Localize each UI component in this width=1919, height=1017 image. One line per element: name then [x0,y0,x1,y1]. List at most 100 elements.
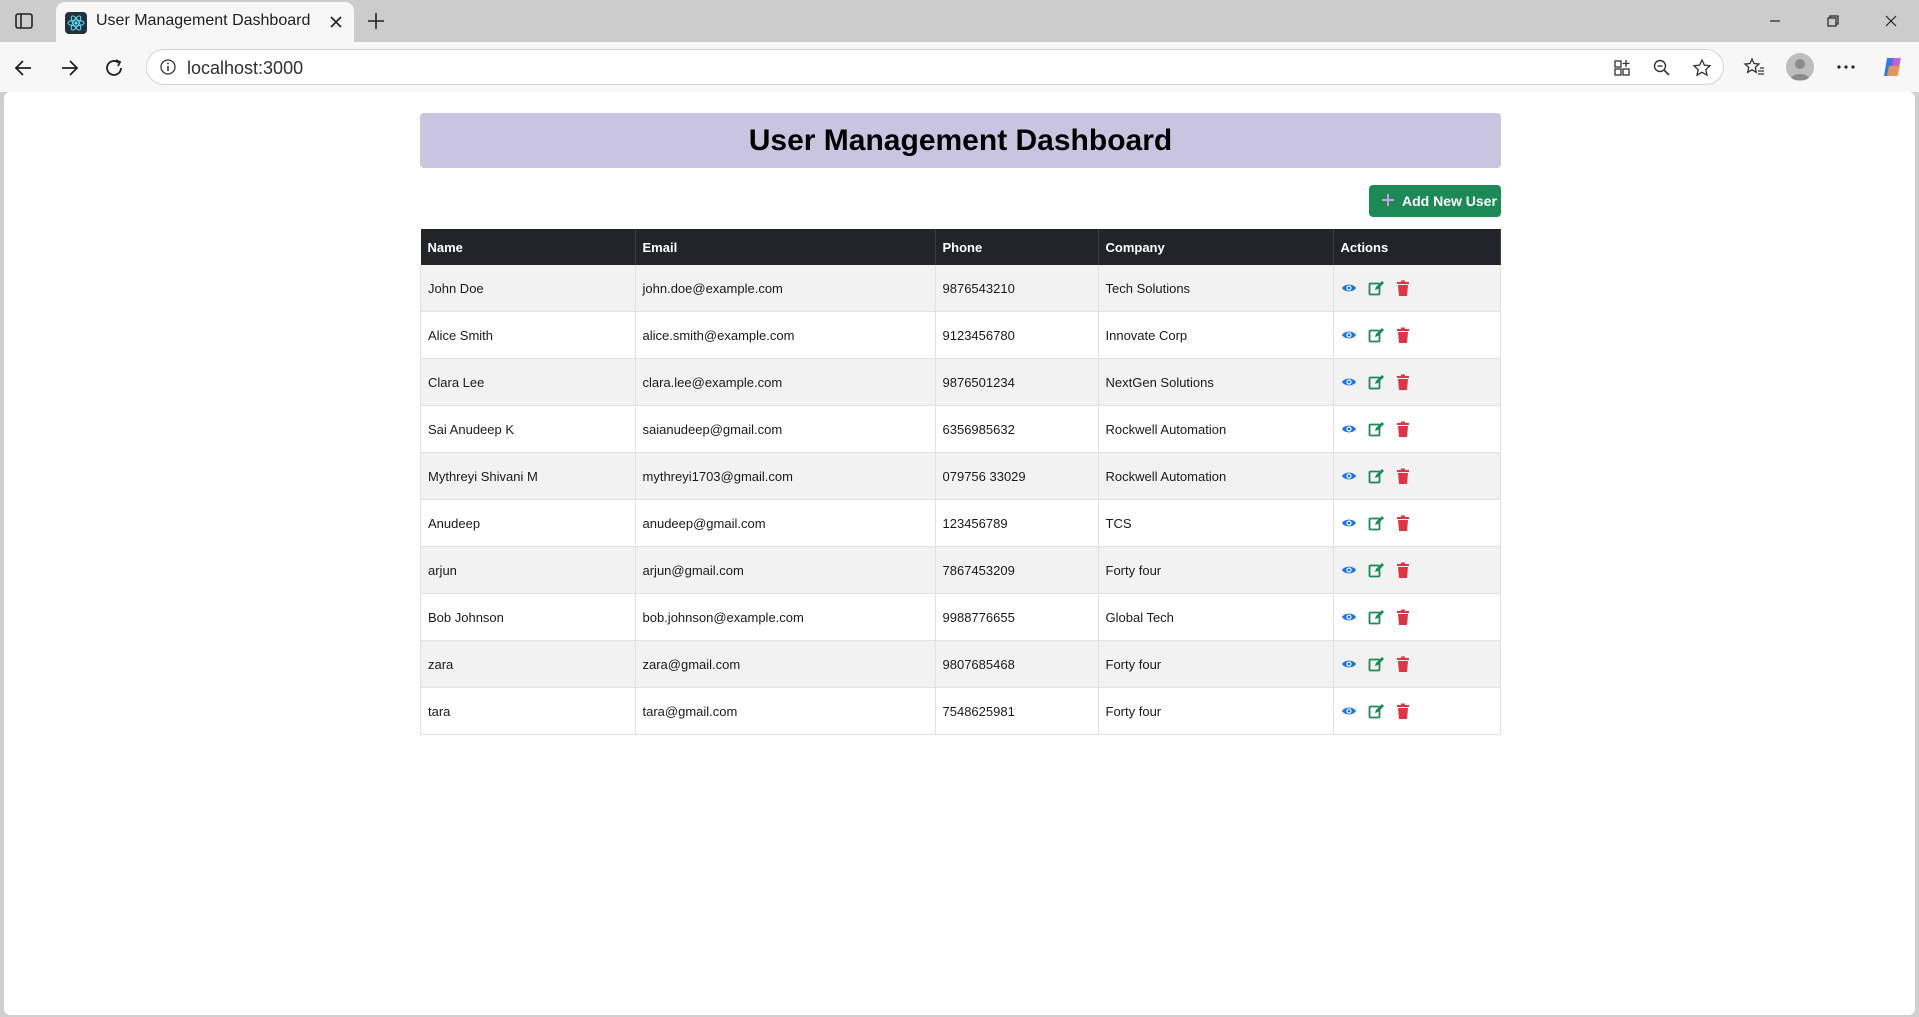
delete-icon[interactable] [1395,656,1411,673]
address-bar[interactable]: localhost:3000 [146,49,1724,85]
new-tab-icon[interactable] [364,9,388,33]
edit-icon[interactable] [1368,468,1384,484]
table-row: arjun arjun@gmail.com 7867453209 Forty four [420,546,1501,594]
view-icon[interactable] [1341,703,1357,719]
delete-icon[interactable] [1395,609,1411,626]
cell-actions [1333,593,1501,641]
favorite-star-icon[interactable] [1691,57,1713,79]
cell-actions [1333,687,1501,735]
cell-phone: 9876543210 [935,265,1099,312]
view-icon[interactable] [1341,327,1357,343]
table-row: Sai Anudeep Ksaianudeep@gmail.com 6356985… [420,405,1501,453]
cell-name: Bob Johnson [420,593,636,641]
column-header-name: Name [420,229,636,265]
view-icon[interactable] [1341,515,1357,531]
view-icon[interactable] [1341,656,1357,672]
minimize-icon[interactable] [1762,8,1788,34]
cell-name: Sai Anudeep K [420,405,636,453]
cell-email: zara@gmail.com [635,640,936,688]
close-tab-icon[interactable] [326,12,346,32]
cell-phone: 9807685468 [935,640,1099,688]
cell-phone: 079756 33029 [935,452,1099,500]
close-window-icon[interactable] [1878,8,1904,34]
edit-icon[interactable] [1368,374,1384,390]
edit-icon[interactable] [1368,562,1384,578]
add-new-user-button[interactable]: Add New User [1369,185,1501,217]
zoom-icon[interactable] [1651,57,1673,79]
cell-company: Forty four [1098,546,1334,594]
cell-name: Clara Lee [420,358,636,406]
delete-icon[interactable] [1395,562,1411,579]
back-icon[interactable] [11,55,37,81]
delete-icon[interactable] [1395,703,1411,720]
copilot-icon[interactable] [1880,54,1906,80]
browser-tab[interactable]: User Management Dashboard [56,2,354,42]
cell-phone: 7548625981 [935,687,1099,735]
cell-name: zara [420,640,636,688]
edit-icon[interactable] [1368,280,1384,296]
cell-email: anudeep@gmail.com [635,499,936,547]
cell-actions [1333,499,1501,547]
view-icon[interactable] [1341,562,1357,578]
cell-company: Forty four [1098,640,1334,688]
edit-icon[interactable] [1368,703,1384,719]
delete-icon[interactable] [1395,468,1411,485]
delete-icon[interactable] [1395,280,1411,297]
cell-actions [1333,265,1501,312]
app-available-icon[interactable] [1611,57,1633,79]
edit-icon[interactable] [1368,609,1384,625]
view-icon[interactable] [1341,280,1357,296]
cell-email: bob.johnson@example.com [635,593,936,641]
react-logo-icon [65,12,87,34]
delete-icon[interactable] [1395,327,1411,344]
cell-name: tara [420,687,636,735]
view-icon[interactable] [1341,421,1357,437]
view-icon[interactable] [1341,468,1357,484]
cell-actions [1333,405,1501,453]
cell-phone: 9123456780 [935,311,1099,359]
delete-icon[interactable] [1395,515,1411,532]
forward-icon[interactable] [56,55,82,81]
cell-actions [1333,311,1501,359]
profile-avatar[interactable] [1786,53,1814,81]
edit-icon[interactable] [1368,656,1384,672]
cell-email: clara.lee@example.com [635,358,936,406]
favorites-icon[interactable] [1741,54,1767,80]
edit-icon[interactable] [1368,327,1384,343]
cell-email: mythreyi1703@gmail.com [635,452,936,500]
cell-email: john.doe@example.com [635,265,936,312]
more-options-icon[interactable] [1833,54,1859,80]
edit-icon[interactable] [1368,421,1384,437]
cell-company: Global Tech [1098,593,1334,641]
cell-company: Rockwell Automation [1098,405,1334,453]
cell-actions [1333,452,1501,500]
tab-title: User Management Dashboard [96,12,311,29]
refresh-icon[interactable] [101,55,127,81]
users-table: Name Email Phone Company Actions John Do… [420,229,1501,735]
view-icon[interactable] [1341,374,1357,390]
edit-icon[interactable] [1368,515,1384,531]
site-info-icon[interactable] [159,58,177,76]
table-header-row: Name Email Phone Company Actions [420,229,1501,265]
cell-name: John Doe [420,265,636,312]
restore-icon[interactable] [1820,8,1846,34]
cell-name: Mythreyi Shivani M [420,452,636,500]
url-text[interactable]: localhost:3000 [187,58,303,79]
delete-icon[interactable] [1395,374,1411,391]
cell-company: Innovate Corp [1098,311,1334,359]
cell-name: arjun [420,546,636,594]
plus-icon [1382,194,1394,206]
cell-name: Alice Smith [420,311,636,359]
table-row: Mythreyi Shivani Mmythreyi1703@gmail.com… [420,452,1501,500]
cell-phone: 9876501234 [935,358,1099,406]
cell-actions [1333,358,1501,406]
page-viewport: User Management Dashboard Add New User N… [4,92,1915,1015]
browser-tab-bar: User Management Dashboard [0,0,1919,42]
delete-icon[interactable] [1395,421,1411,438]
cell-company: TCS [1098,499,1334,547]
add-new-user-label: Add New User [1402,193,1497,209]
tab-actions-icon[interactable] [12,9,36,33]
page-title: User Management Dashboard [748,124,1173,157]
cell-phone: 9988776655 [935,593,1099,641]
view-icon[interactable] [1341,609,1357,625]
